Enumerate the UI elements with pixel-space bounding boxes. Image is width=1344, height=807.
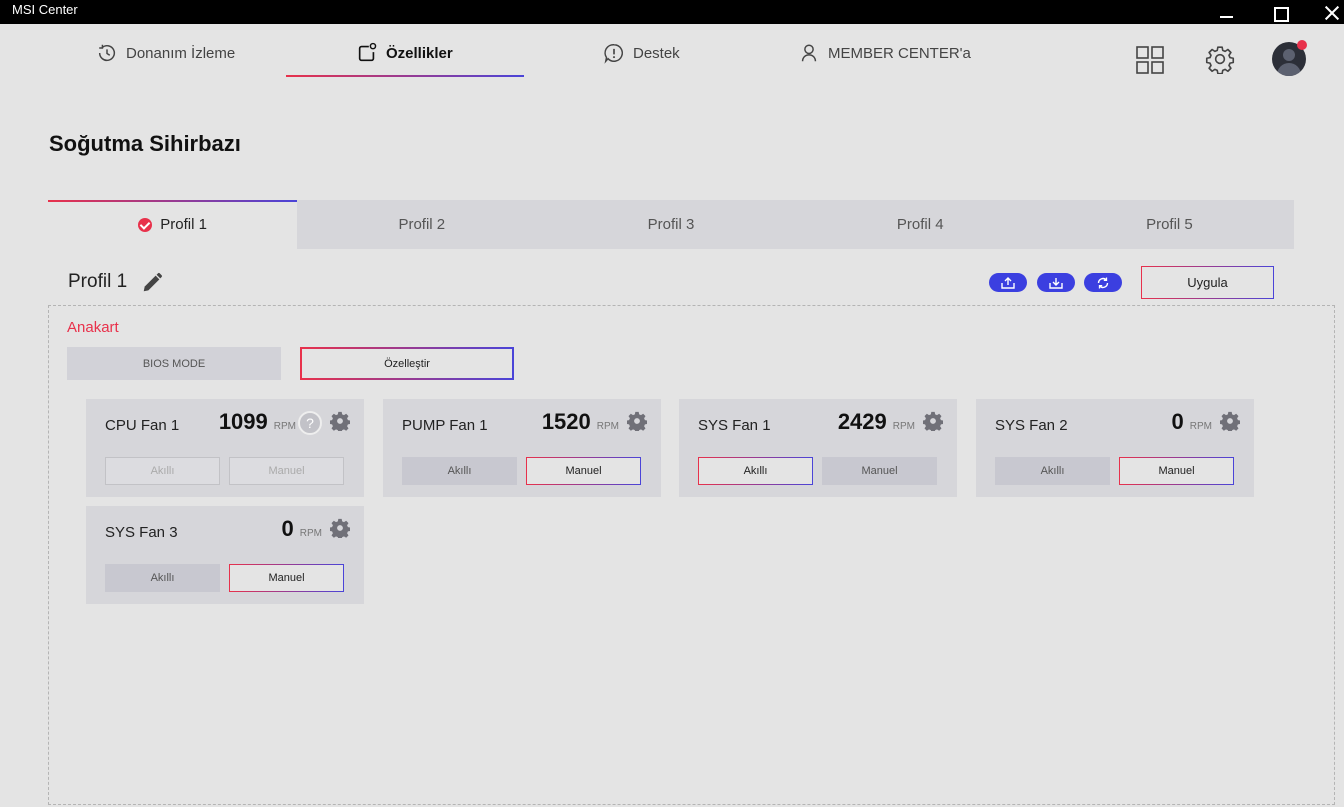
- fan-card-cpu-fan-1: CPU Fan 1 1099 RPM ? Akıllı Manuel: [86, 399, 364, 497]
- rpm-unit: RPM: [299, 528, 322, 539]
- user-icon: [801, 44, 817, 62]
- nav-label: MEMBER CENTER'a: [828, 44, 971, 62]
- import-button[interactable]: [1037, 273, 1075, 292]
- maximize-button[interactable]: [1272, 4, 1290, 22]
- gear-icon[interactable]: [330, 518, 350, 538]
- download-icon: [1049, 277, 1063, 289]
- tab-profile-5[interactable]: Profil 5: [1045, 200, 1294, 249]
- fan-rpm: 1520 RPM: [542, 409, 619, 435]
- fan-name: SYS Fan 1: [698, 417, 771, 434]
- tab-profile-3[interactable]: Profil 3: [546, 200, 795, 249]
- tab-label: Profil 5: [1146, 216, 1193, 233]
- features-icon: [358, 42, 377, 62]
- gear-icon[interactable]: [1220, 411, 1240, 431]
- refresh-icon: [1097, 277, 1109, 288]
- export-button[interactable]: [989, 273, 1027, 292]
- gear-icon[interactable]: [627, 411, 647, 431]
- gear-icon[interactable]: [923, 411, 943, 431]
- fan-rpm: 0 RPM: [282, 516, 322, 542]
- profile-name: Profil 1: [68, 271, 128, 292]
- support-icon: [604, 44, 623, 64]
- fan-name: SYS Fan 3: [105, 524, 178, 541]
- refresh-clock-icon: [98, 44, 115, 62]
- rpm-value: 1520: [541, 409, 591, 434]
- customize-button[interactable]: Özelleştir: [300, 347, 514, 380]
- avatar-body: [1277, 63, 1301, 76]
- rpm-value: 2429: [837, 409, 887, 434]
- bios-mode-button[interactable]: BIOS MODE: [67, 347, 281, 380]
- fan-card-sys-fan-2: SYS Fan 2 0 RPM Akıllı Manuel: [976, 399, 1254, 497]
- active-tab-indicator: [286, 75, 524, 77]
- help-icon[interactable]: ?: [298, 411, 322, 435]
- minimize-button[interactable]: [1218, 4, 1236, 22]
- nav-support[interactable]: Destek: [603, 40, 680, 66]
- check-icon: [138, 217, 153, 232]
- avatar-head: [1283, 49, 1295, 61]
- nav-features[interactable]: Özellikler: [356, 40, 453, 66]
- upload-icon: [1001, 276, 1015, 289]
- nav-member-center[interactable]: MEMBER CENTER'a: [798, 40, 971, 66]
- tab-profile-4[interactable]: Profil 4: [796, 200, 1045, 249]
- tab-label: Profil 2: [398, 216, 446, 233]
- tab-label: Profil 3: [647, 216, 695, 233]
- pencil-edit-icon[interactable]: [141, 272, 163, 294]
- page-title: Soğutma Sihirbazı: [49, 131, 241, 156]
- close-button[interactable]: [1322, 4, 1340, 22]
- nav-label: Donanım İzleme: [126, 44, 236, 62]
- fan-rpm: 0 RPM: [1172, 409, 1212, 435]
- grid-apps-icon[interactable]: [1136, 46, 1164, 74]
- fan-name: SYS Fan 2: [995, 417, 1068, 434]
- rpm-value: 0: [281, 516, 294, 541]
- section-label: Anakart: [67, 319, 119, 336]
- smart-mode-button[interactable]: Akıllı: [105, 457, 220, 485]
- fan-rpm: 1099 RPM: [219, 409, 296, 435]
- tab-profile-2[interactable]: Profil 2: [297, 200, 546, 249]
- rpm-value: 1099: [218, 409, 268, 434]
- title-bar: MSI Center: [0, 0, 1344, 24]
- window-title: MSI Center: [12, 2, 78, 17]
- manual-mode-button[interactable]: Manuel: [822, 457, 937, 485]
- tab-label: Profil 4: [896, 216, 944, 233]
- smart-mode-button[interactable]: Akıllı: [995, 457, 1110, 485]
- nav-hardware-monitoring[interactable]: Donanım İzleme: [96, 40, 235, 66]
- fan-card-sys-fan-3: SYS Fan 3 0 RPM Akıllı Manuel: [86, 506, 364, 604]
- fan-card-sys-fan-1: SYS Fan 1 2429 RPM Akıllı Manuel: [679, 399, 957, 497]
- settings-gear-icon[interactable]: [1205, 44, 1235, 74]
- nav-label: Özellikler: [386, 44, 453, 62]
- rpm-unit: RPM: [1189, 421, 1212, 432]
- fan-name: PUMP Fan 1: [402, 417, 488, 434]
- smart-mode-button[interactable]: Akıllı: [698, 457, 813, 485]
- rpm-unit: RPM: [892, 421, 915, 432]
- smart-mode-button[interactable]: Akıllı: [402, 457, 517, 485]
- notification-dot: [1297, 40, 1307, 50]
- tab-label: Profil 1: [160, 216, 207, 233]
- apply-button[interactable]: Uygula: [1141, 266, 1274, 299]
- reset-button[interactable]: [1084, 273, 1122, 292]
- rpm-unit: RPM: [273, 421, 296, 432]
- rpm-unit: RPM: [596, 421, 619, 432]
- profile-tabs: Profil 1 Profil 2 Profil 3 Profil 4 Prof…: [48, 200, 1294, 249]
- fan-card-pump-fan-1: PUMP Fan 1 1520 RPM Akıllı Manuel: [383, 399, 661, 497]
- fan-rpm: 2429 RPM: [838, 409, 915, 435]
- manual-mode-button[interactable]: Manuel: [526, 457, 641, 485]
- gear-icon[interactable]: [330, 411, 350, 431]
- smart-mode-button[interactable]: Akıllı: [105, 564, 220, 592]
- manual-mode-button[interactable]: Manuel: [1119, 457, 1234, 485]
- fan-name: CPU Fan 1: [105, 417, 180, 434]
- rpm-value: 0: [1171, 409, 1184, 434]
- manual-mode-button[interactable]: Manuel: [229, 564, 344, 592]
- manual-mode-button[interactable]: Manuel: [229, 457, 344, 485]
- tab-profile-1[interactable]: Profil 1: [48, 200, 298, 249]
- nav-label: Destek: [633, 44, 680, 62]
